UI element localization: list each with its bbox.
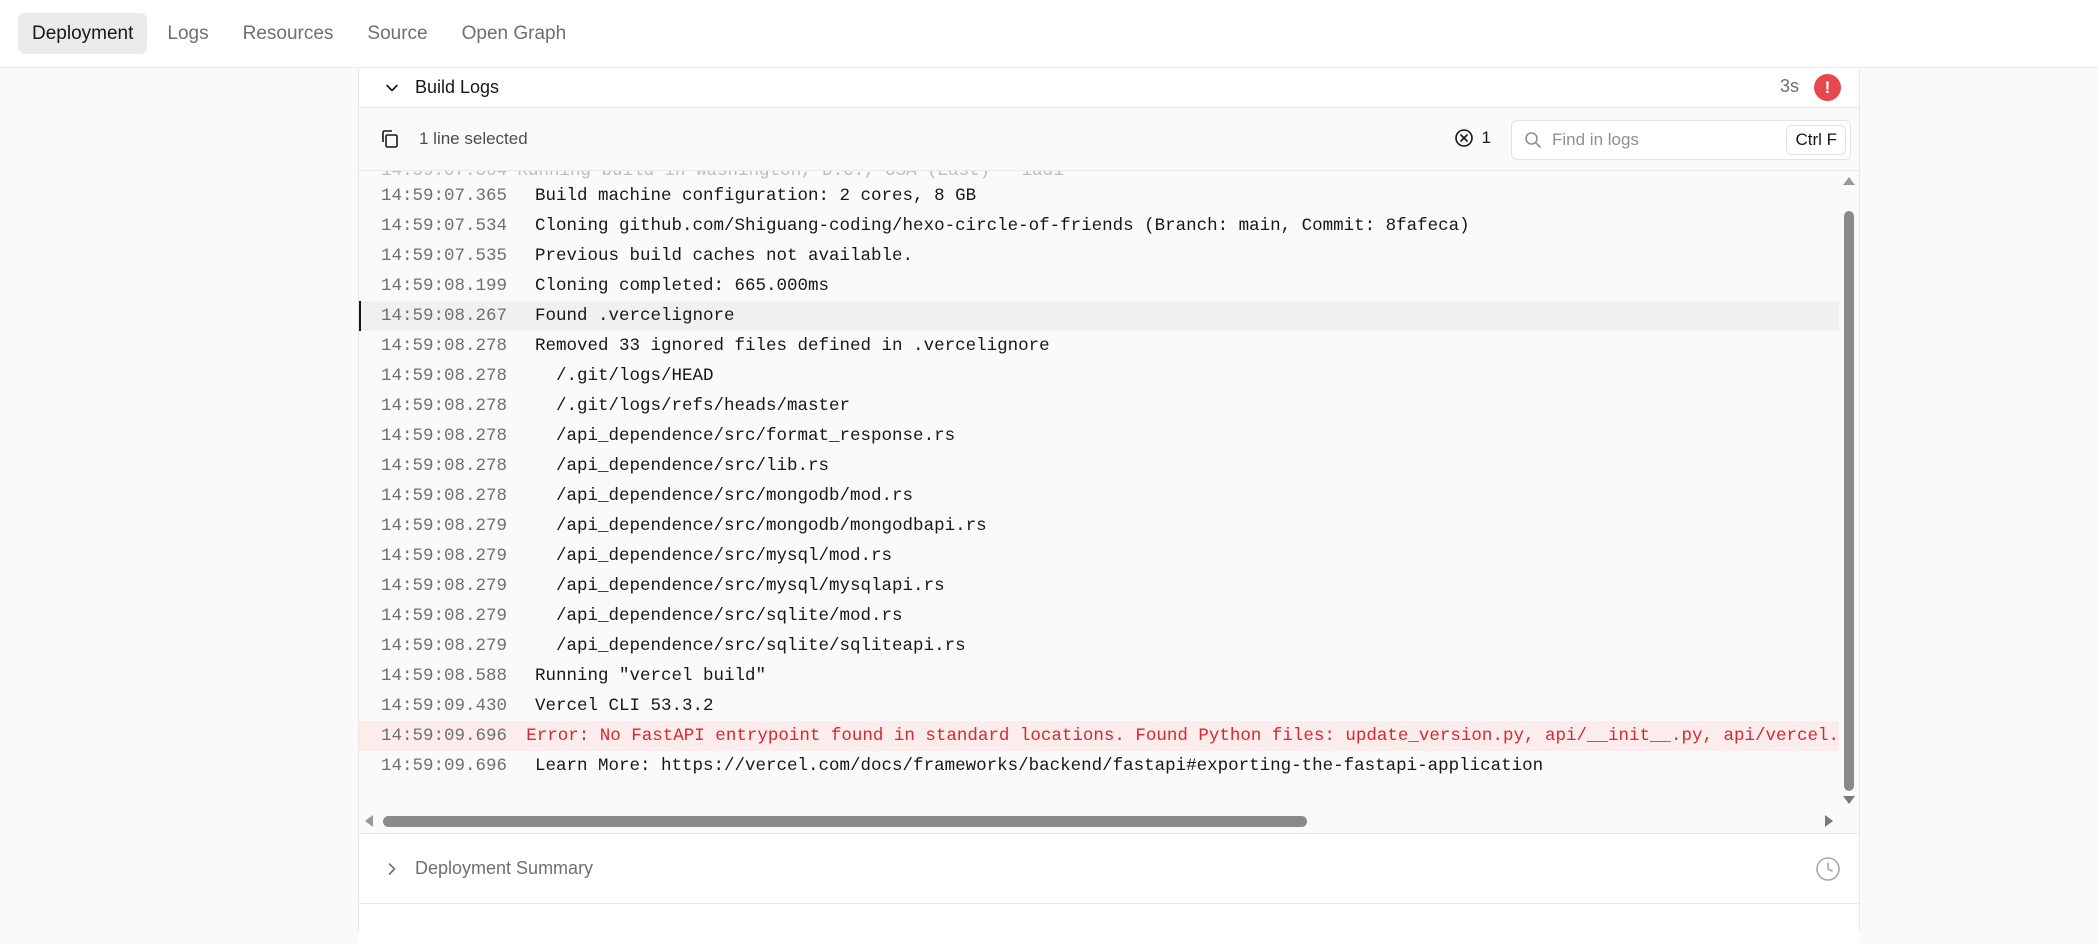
scroll-right-icon[interactable]: [1825, 815, 1833, 827]
log-message: Error: No FastAPI entrypoint found in st…: [526, 726, 1839, 746]
log-message: /api_dependence/src/lib.rs: [535, 456, 830, 476]
log-timestamp: 14:59:08.279: [381, 546, 508, 566]
log-row-error[interactable]: 14:59:09.696 Error: No FastAPI entrypoint…: [359, 721, 1839, 751]
log-timestamp: 14:59:07.535: [381, 246, 508, 266]
build-logs-title: Build Logs: [415, 77, 500, 97]
log-message: Previous build caches not available.: [535, 246, 914, 266]
copy-icon[interactable]: [379, 128, 401, 150]
log-timestamp: 14:59:08.279: [381, 516, 508, 536]
tab-source[interactable]: Source: [353, 13, 441, 54]
deployment-summary-header[interactable]: Deployment Summary: [359, 834, 1859, 904]
log-message: /api_dependence/src/mysql/mysqlapi.rs: [535, 576, 945, 596]
vertical-scrollbar[interactable]: [1839, 171, 1859, 833]
log-message: /api_dependence/src/mongodb/mongodbapi.r…: [535, 516, 987, 536]
vertical-scroll-thumb[interactable]: [1844, 211, 1854, 791]
log-row[interactable]: 14:59:07.534 Cloning github.com/Shiguang-…: [359, 211, 1839, 241]
log-timestamp: 14:59:09.696: [381, 726, 508, 746]
log-timestamp: 14:59:09.430: [381, 696, 508, 716]
log-row[interactable]: 14:59:07.535 Previous build caches not av…: [359, 241, 1839, 271]
log-timestamp: 14:59:08.278: [381, 486, 508, 506]
log-message: Learn More: https://vercel.com/docs/fram…: [535, 756, 1544, 776]
log-timestamp: 14:59:07.365: [381, 186, 508, 206]
clock-icon: [1815, 856, 1841, 882]
scroll-up-icon[interactable]: [1843, 177, 1855, 185]
log-row[interactable]: 14:59:08.278 /api_dependence/src/format_…: [359, 421, 1839, 451]
horizontal-scrollbar[interactable]: [359, 811, 1841, 831]
log-row[interactable]: 14:59:08.278 /.git/logs/HEAD: [359, 361, 1839, 391]
log-message: /api_dependence/src/sqlite/mod.rs: [535, 606, 903, 626]
log-timestamp: 14:59:08.267: [381, 306, 508, 326]
logs-toolbar: 1 line selected 1 Ctrl F: [359, 108, 1859, 171]
log-timestamp: 14:59:08.278: [381, 456, 508, 476]
log-message: Cloning github.com/Shiguang-coding/hexo-…: [535, 216, 1470, 236]
tab-open-graph[interactable]: Open Graph: [448, 13, 581, 54]
log-message: /api_dependence/src/mongodb/mod.rs: [535, 486, 914, 506]
keyboard-shortcut-hint: Ctrl F: [1786, 125, 1846, 155]
search-icon: [1525, 132, 1541, 148]
log-timestamp: 14:59:08.588: [381, 666, 508, 686]
log-message: /api_dependence/src/mysql/mod.rs: [535, 546, 893, 566]
log-message: /api_dependence/src/sqlite/sqliteapi.rs: [535, 636, 966, 656]
log-timestamp: 14:59:08.278: [381, 366, 508, 386]
log-timestamp: 14:59:08.278: [381, 336, 508, 356]
log-row[interactable]: 14:59:08.278 Removed 33 ignored files def…: [359, 331, 1839, 361]
log-message: Cloning completed: 665.000ms: [535, 276, 830, 296]
log-timestamp: 14:59:08.278: [381, 396, 508, 416]
tab-logs[interactable]: Logs: [153, 13, 222, 54]
log-timestamp: 14:59:08.279: [381, 576, 508, 596]
error-count: 1: [1481, 128, 1491, 147]
log-timestamp: 14:59:08.199: [381, 276, 508, 296]
log-row[interactable]: 14:59:08.279 /api_dependence/src/mysql/m…: [359, 571, 1839, 601]
deployment-summary-title: Deployment Summary: [415, 858, 594, 878]
log-row[interactable]: 14:59:08.588 Running "vercel build": [359, 661, 1839, 691]
error-status-badge: !: [1814, 74, 1841, 101]
build-duration: 3s: [1779, 76, 1799, 96]
horizontal-scroll-thumb[interactable]: [383, 816, 1307, 827]
log-search-box: Ctrl F: [1511, 120, 1851, 160]
build-logs-header[interactable]: Build Logs 3s !: [359, 68, 1859, 108]
log-viewer[interactable]: 14:59:07.364 Running build in Washington…: [359, 171, 1859, 834]
search-input[interactable]: [1552, 130, 1772, 150]
log-timestamp: 14:59:08.278: [381, 426, 508, 446]
log-message: Removed 33 ignored files defined in .ver…: [535, 336, 1050, 356]
log-row[interactable]: 14:59:08.278 /.git/logs/refs/heads/maste…: [359, 391, 1839, 421]
deployment-panel: Build Logs 3s ! 1 line selected 1 Ctrl F…: [358, 68, 1860, 944]
log-row[interactable]: 14:59:08.279 /api_dependence/src/mysql/m…: [359, 541, 1839, 571]
log-row[interactable]: 14:59:08.278 /api_dependence/src/mongodb…: [359, 481, 1839, 511]
tab-deployment[interactable]: Deployment: [18, 13, 148, 54]
next-section-header[interactable]: [359, 904, 1859, 944]
log-timestamp: 14:59:09.696: [381, 756, 508, 776]
tab-resources[interactable]: Resources: [229, 13, 348, 54]
log-timestamp: 14:59:08.279: [381, 606, 508, 626]
log-row[interactable]: 14:59:08.278 /api_dependence/src/lib.rs: [359, 451, 1839, 481]
log-line-partial: 14:59:07.364 Running build in Washington…: [381, 171, 1064, 181]
log-message: Found .vercelignore: [535, 306, 735, 326]
log-timestamp: 14:59:07.534: [381, 216, 508, 236]
log-row[interactable]: 14:59:09.430 Vercel CLI 53.3.2: [359, 691, 1839, 721]
log-message: Running "vercel build": [535, 666, 767, 686]
log-row[interactable]: 14:59:08.279 /api_dependence/src/sqlite/…: [359, 631, 1839, 661]
log-timestamp: 14:59:08.279: [381, 636, 508, 656]
chevron-right-icon[interactable]: [381, 858, 403, 880]
log-row[interactable]: 14:59:08.199 Cloning completed: 665.000ms: [359, 271, 1839, 301]
chevron-down-icon[interactable]: [381, 77, 403, 99]
log-message: /.git/logs/HEAD: [535, 366, 714, 386]
scroll-left-icon[interactable]: [365, 815, 373, 827]
scroll-down-icon[interactable]: [1843, 796, 1855, 804]
log-row[interactable]: 14:59:08.267 Found .vercelignore: [359, 301, 1839, 331]
log-row[interactable]: 14:59:09.696 Learn More: https://vercel.c…: [359, 751, 1839, 781]
log-row[interactable]: 14:59:08.279 /api_dependence/src/mongodb…: [359, 511, 1839, 541]
error-filter-button[interactable]: 1: [1454, 128, 1491, 148]
log-row[interactable]: 14:59:08.279 /api_dependence/src/sqlite/…: [359, 601, 1839, 631]
log-lines: 14:59:07.365 Build machine configuration:…: [359, 181, 1839, 781]
log-row[interactable]: 14:59:07.365 Build machine configuration:…: [359, 181, 1839, 211]
log-message: /.git/logs/refs/heads/master: [535, 396, 851, 416]
selection-status: 1 line selected: [419, 129, 528, 148]
error-circle-icon: [1454, 129, 1473, 147]
log-message: /api_dependence/src/format_response.rs: [535, 426, 956, 446]
top-tab-bar: Deployment Logs Resources Source Open Gr…: [0, 0, 2098, 68]
log-message: Vercel CLI 53.3.2: [535, 696, 714, 716]
log-message: Build machine configuration: 2 cores, 8 …: [535, 186, 977, 206]
